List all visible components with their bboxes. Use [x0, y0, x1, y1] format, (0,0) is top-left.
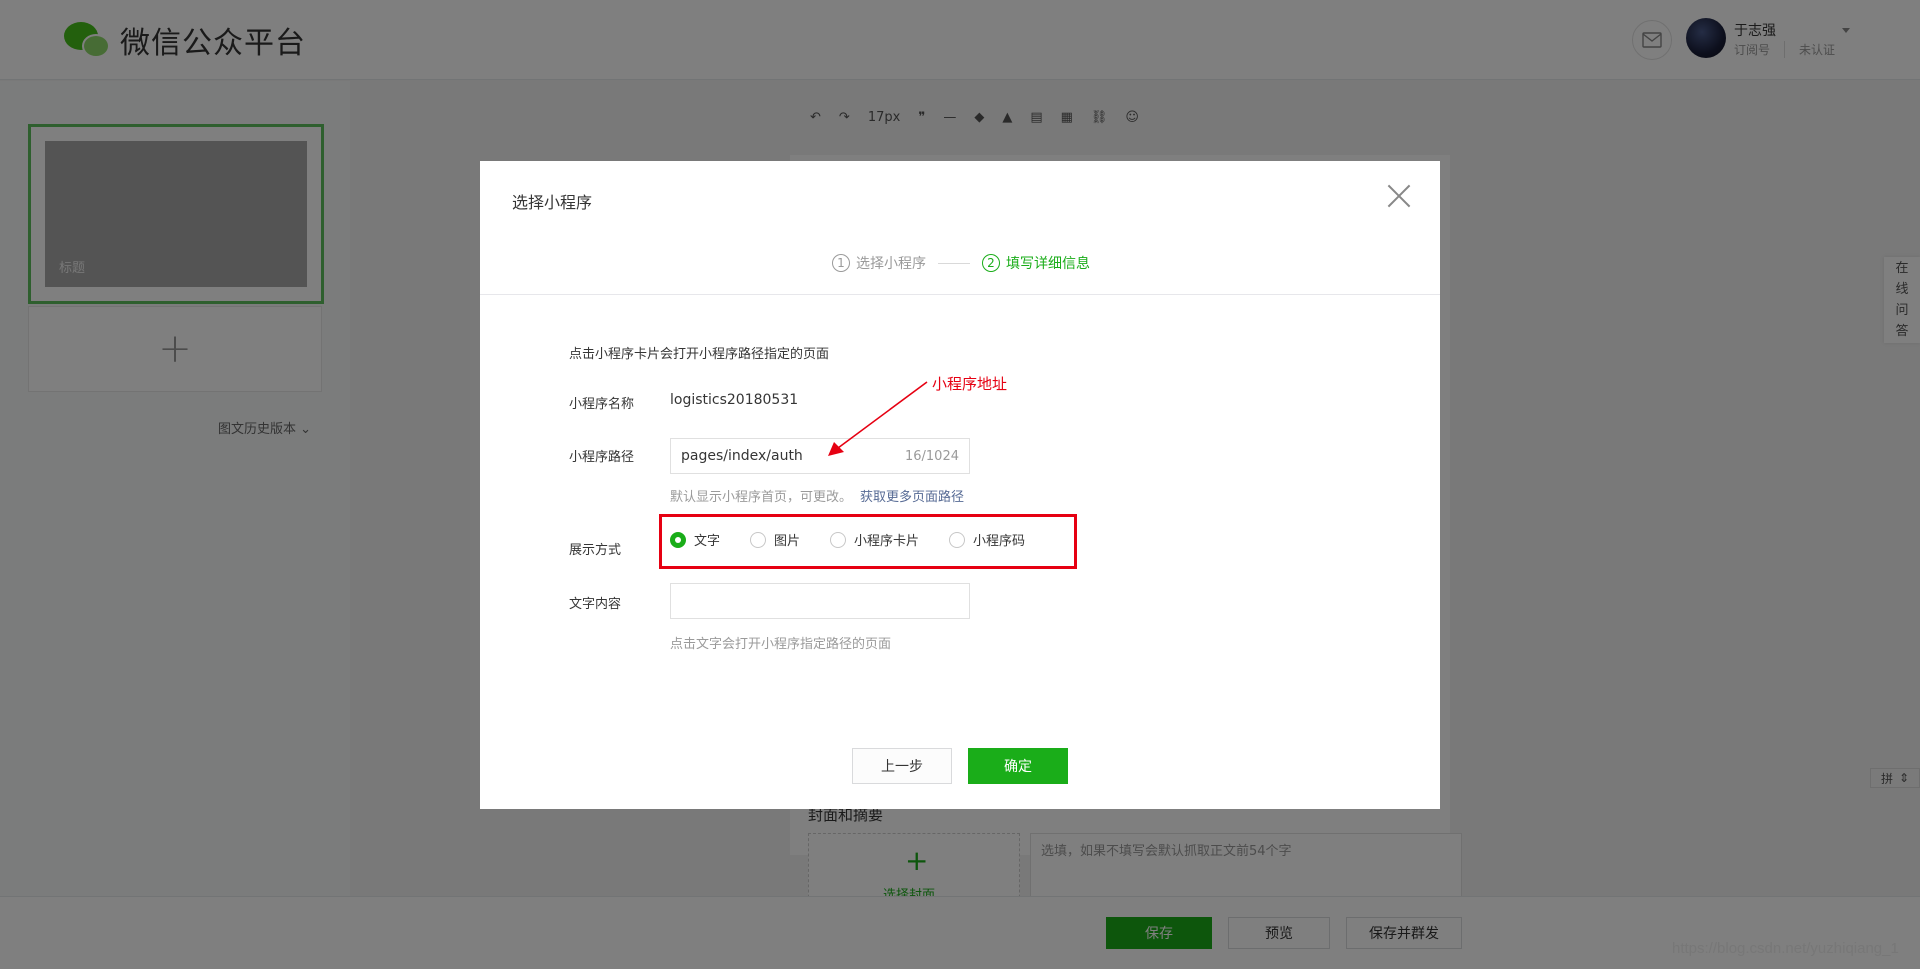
- previous-step-button[interactable]: 上一步: [852, 748, 952, 784]
- path-hint: 默认显示小程序首页，可更改。 获取更多页面路径: [670, 486, 964, 505]
- miniprogram-path-label: 小程序路径: [569, 450, 635, 465]
- close-icon[interactable]: [1386, 183, 1412, 209]
- divider: [480, 294, 1440, 295]
- select-miniprogram-dialog: 选择小程序 1 选择小程序 2 填写详细信息 点击小程序卡片会打开小程序路径指定…: [480, 161, 1440, 809]
- miniprogram-name-value: logistics20180531: [670, 392, 799, 408]
- step-number: 2: [982, 254, 1000, 272]
- step-connector: [938, 262, 970, 264]
- text-content-label: 文字内容: [569, 597, 622, 612]
- miniprogram-name-label: 小程序名称: [569, 397, 635, 412]
- dialog-intro: 点击小程序卡片会打开小程序路径指定的页面: [569, 347, 830, 362]
- watermark: https://blog.csdn.net/yuzhiqiang_1: [1672, 940, 1899, 957]
- step-label: 填写详细信息: [1006, 256, 1090, 272]
- step-label: 选择小程序: [856, 256, 926, 272]
- text-content-hint: 点击文字会打开小程序指定路径的页面: [670, 637, 892, 652]
- step-indicator: 1 选择小程序 2 填写详细信息: [832, 253, 1090, 273]
- annotation-highlight-box: [659, 514, 1077, 569]
- path-hint-text: 默认显示小程序首页，可更改。: [670, 490, 853, 505]
- get-more-paths-link[interactable]: 获取更多页面路径: [860, 490, 964, 505]
- display-mode-label: 展示方式: [569, 543, 622, 558]
- annotation-arrow: [828, 381, 928, 456]
- step-select-miniprogram: 1 选择小程序: [832, 253, 926, 273]
- step-fill-details: 2 填写详细信息: [982, 253, 1090, 273]
- dialog-title: 选择小程序: [512, 193, 593, 212]
- step-number: 1: [832, 254, 850, 272]
- text-content-input[interactable]: [670, 583, 970, 619]
- confirm-button[interactable]: 确定: [968, 748, 1068, 784]
